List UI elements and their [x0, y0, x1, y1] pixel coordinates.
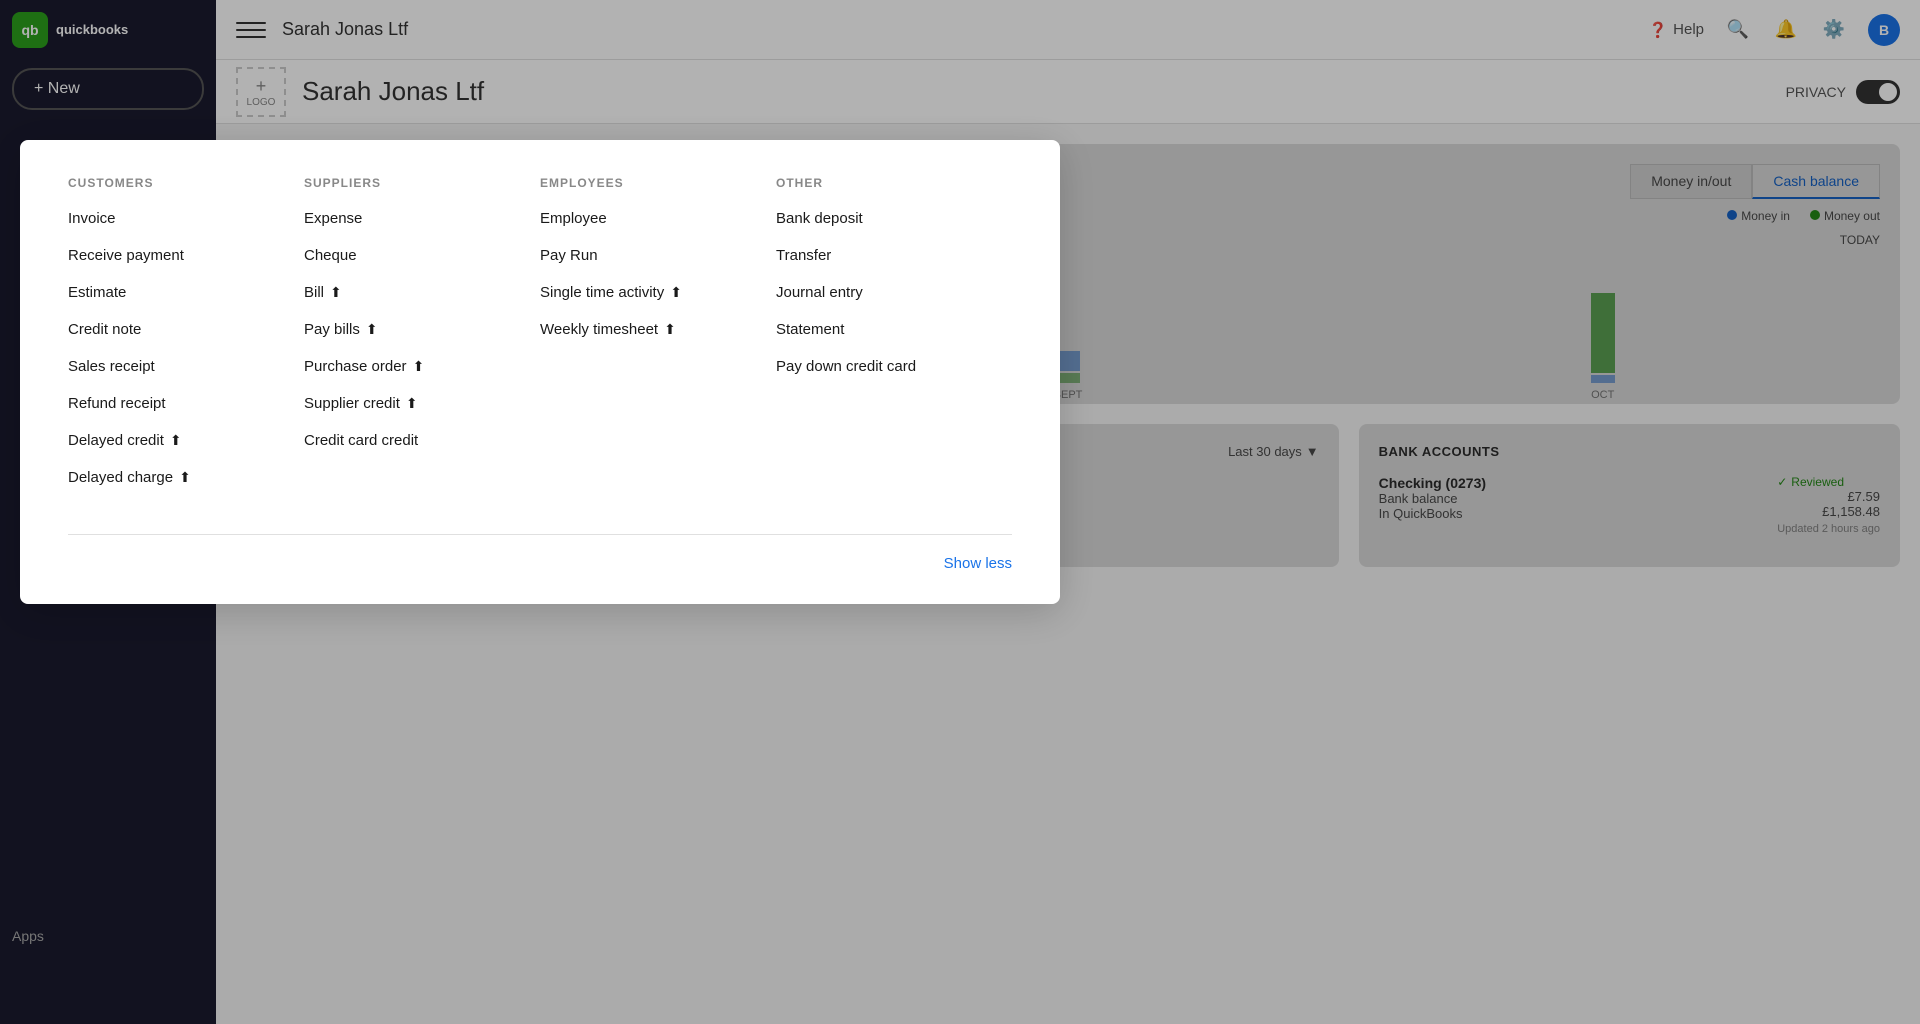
customers-column: CUSTOMERS Invoice Receive payment Estima… — [68, 176, 304, 506]
modal-item-invoice[interactable]: Invoice — [68, 210, 272, 227]
modal-grid: CUSTOMERS Invoice Receive payment Estima… — [68, 176, 1012, 506]
upgrade-icon: ⬆ — [406, 395, 418, 412]
show-less-button[interactable]: Show less — [944, 555, 1012, 572]
modal-item-pay-run[interactable]: Pay Run — [540, 247, 744, 264]
employees-header: EMPLOYEES — [540, 176, 744, 190]
modal-item-weekly-timesheet[interactable]: Weekly timesheet ⬆ — [540, 321, 744, 338]
employees-column: EMPLOYEES Employee Pay Run Single time a… — [540, 176, 776, 506]
modal-overlay[interactable]: CUSTOMERS Invoice Receive payment Estima… — [0, 0, 1920, 1024]
modal-divider — [68, 534, 1012, 535]
modal-item-transfer[interactable]: Transfer — [776, 247, 980, 264]
upgrade-icon: ⬆ — [170, 432, 182, 449]
modal-item-employee[interactable]: Employee — [540, 210, 744, 227]
modal-item-bill[interactable]: Bill ⬆ — [304, 284, 508, 301]
modal-item-credit-card-credit[interactable]: Credit card credit — [304, 432, 508, 449]
suppliers-header: SUPPLIERS — [304, 176, 508, 190]
upgrade-icon: ⬆ — [330, 284, 342, 301]
upgrade-icon: ⬆ — [664, 321, 676, 338]
modal-item-bank-deposit[interactable]: Bank deposit — [776, 210, 980, 227]
modal-item-journal-entry[interactable]: Journal entry — [776, 284, 980, 301]
suppliers-column: SUPPLIERS Expense Cheque Bill ⬆ Pay bill… — [304, 176, 540, 506]
new-transaction-modal: CUSTOMERS Invoice Receive payment Estima… — [20, 140, 1060, 604]
customers-header: CUSTOMERS — [68, 176, 272, 190]
modal-item-credit-note[interactable]: Credit note — [68, 321, 272, 338]
upgrade-icon: ⬆ — [179, 469, 191, 486]
modal-item-expense[interactable]: Expense — [304, 210, 508, 227]
modal-item-statement[interactable]: Statement — [776, 321, 980, 338]
modal-item-purchase-order[interactable]: Purchase order ⬆ — [304, 358, 508, 375]
modal-item-cheque[interactable]: Cheque — [304, 247, 508, 264]
other-column: OTHER Bank deposit Transfer Journal entr… — [776, 176, 1012, 506]
upgrade-icon: ⬆ — [366, 321, 378, 338]
modal-item-receive-payment[interactable]: Receive payment — [68, 247, 272, 264]
modal-item-delayed-credit[interactable]: Delayed credit ⬆ — [68, 432, 272, 449]
other-header: OTHER — [776, 176, 980, 190]
modal-item-supplier-credit[interactable]: Supplier credit ⬆ — [304, 395, 508, 412]
modal-item-single-time-activity[interactable]: Single time activity ⬆ — [540, 284, 744, 301]
upgrade-icon: ⬆ — [413, 358, 425, 375]
modal-item-pay-bills[interactable]: Pay bills ⬆ — [304, 321, 508, 338]
modal-item-refund-receipt[interactable]: Refund receipt — [68, 395, 272, 412]
modal-item-sales-receipt[interactable]: Sales receipt — [68, 358, 272, 375]
modal-item-delayed-charge[interactable]: Delayed charge ⬆ — [68, 469, 272, 486]
upgrade-icon: ⬆ — [670, 284, 682, 301]
modal-item-estimate[interactable]: Estimate — [68, 284, 272, 301]
modal-item-pay-down-credit-card[interactable]: Pay down credit card — [776, 358, 980, 375]
